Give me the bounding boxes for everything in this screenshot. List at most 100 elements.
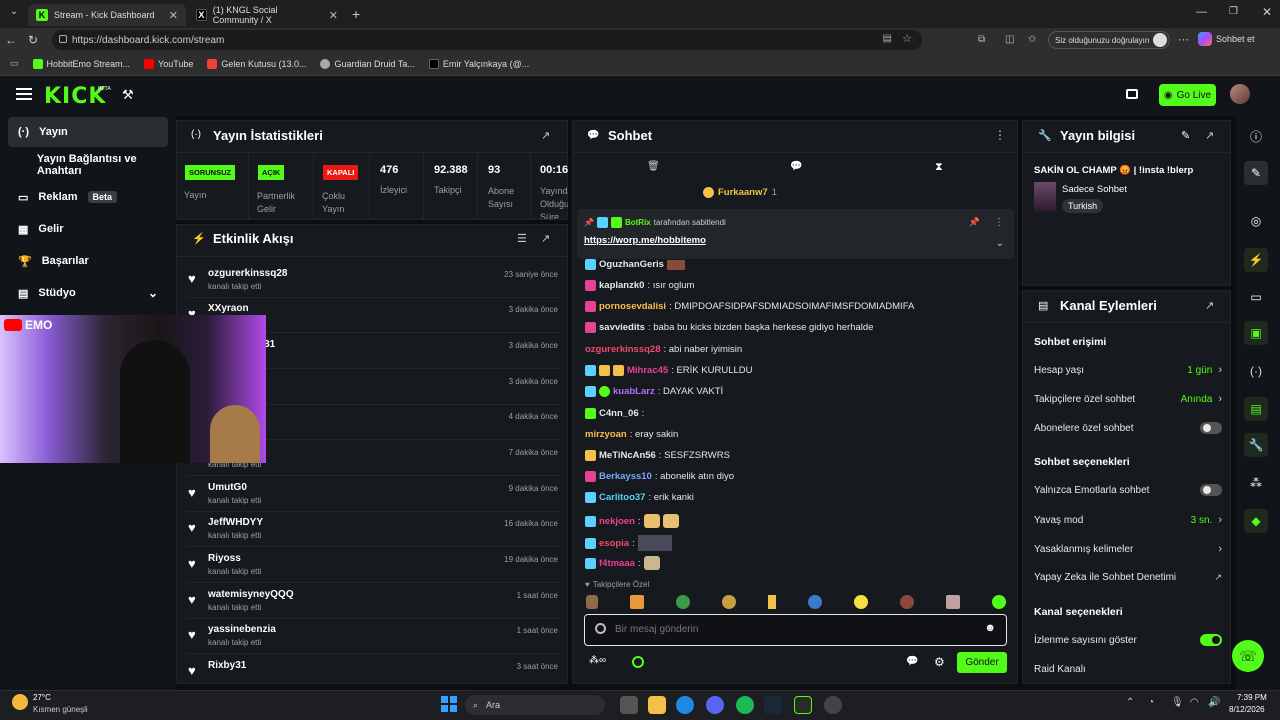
banned-words-row[interactable]: Yasaklanmış kelimeler › [1034,543,1222,555]
steam-icon[interactable] [764,696,782,714]
chevron-down-icon[interactable]: ⌄ [996,238,1004,249]
taskbar-search[interactable]: ⌕ Ara [465,695,605,715]
emote-button[interactable] [946,595,960,609]
chat-username[interactable]: MeTiNcAn56 [599,450,656,461]
chat-username[interactable]: Berkayss10 [599,471,652,482]
favorites-icon[interactable]: ✩ [1028,34,1036,45]
popout-icon[interactable]: ↗ [1205,129,1214,142]
nav-item-revenue[interactable]: ▦ Gelir [8,214,168,244]
chat-message-icon[interactable]: 💬 [906,656,918,667]
top-gifter[interactable]: Furkaanw7 1 [703,187,777,198]
stream-category[interactable]: Sadece Sohbet [1062,184,1127,195]
subscribers-chat-toggle[interactable] [1200,422,1222,434]
filter-icon[interactable]: ☰ [517,232,527,245]
activity-lightning-icon[interactable]: ⚡ [1244,248,1268,272]
apps-icon[interactable]: ▭ [10,58,19,69]
microphone-icon[interactable]: 🎙 [1171,697,1184,708]
edge-icon[interactable] [676,696,694,714]
activity-user[interactable]: UmutG0 [208,482,247,493]
new-tab-icon[interactable]: + [352,6,360,22]
reader-icon[interactable]: ▤ [883,33,892,44]
emote-button[interactable] [630,595,644,609]
activity-user[interactable]: Rixby31 [208,660,246,671]
terminal-icon[interactable] [794,696,812,714]
hammer-icon[interactable]: ⚒ [122,87,134,103]
emote-button[interactable] [768,595,776,609]
site-info-icon[interactable] [59,35,67,43]
task-view-icon[interactable] [620,696,638,714]
chat-username[interactable]: nekjoen [599,516,635,527]
bookmark-item[interactable]: Guardian Druid Ta... [320,58,415,69]
go-live-button[interactable]: ◉ Go Live [1159,84,1216,106]
file-explorer-icon[interactable] [648,696,666,714]
chat-username[interactable]: f4tmaaa [599,558,635,569]
slow-mode-row[interactable]: Yavaş mod 3 sn. › [1034,514,1222,526]
camera-icon[interactable]: ◎ [1244,209,1268,233]
minimize-icon[interactable]: — [1196,6,1207,18]
broadcast-rail-icon[interactable]: (·) [1244,359,1268,383]
edit-pencil-icon[interactable]: ✎ [1181,129,1190,142]
emote-button[interactable] [854,595,868,609]
close-tab-icon[interactable]: ✕ [169,9,178,22]
popout-icon[interactable]: ↗ [541,232,550,245]
chat-username[interactable]: pornosevdalisi [599,301,666,312]
chat-tools-icon[interactable]: ⁂∞ [589,655,606,666]
chat-username[interactable]: esopia [599,538,629,549]
emote-button[interactable] [722,595,736,609]
trash-icon[interactable]: 🗑 [647,161,660,172]
ai-moderation-row[interactable]: Yapay Zeka ile Sohbet Denetimi ↗ [1034,572,1222,583]
tab-kick-dashboard[interactable]: K Stream - Kick Dashboard ✕ [28,4,186,26]
hourglass-icon[interactable]: ⧗ [935,161,943,174]
emoji-picker-icon[interactable]: ☻ [984,622,996,634]
tray-chevron-icon[interactable]: ⌃ [1126,697,1134,708]
settings-gear-icon[interactable]: ⚙ [934,655,945,669]
nav-item-ads[interactable]: ▭ Reklam Beta [8,182,168,212]
more-menu-icon[interactable]: ⋯ [1178,33,1189,46]
show-viewers-toggle[interactable] [1200,634,1222,646]
raid-row[interactable]: Raid Kanalı [1034,664,1222,675]
wifi-icon[interactable]: ◠ [1190,697,1199,708]
pinned-link[interactable]: https://worp.me/hobbitemo [584,235,706,246]
activity-user[interactable]: XXyraon [208,303,249,314]
chat-mode-icon[interactable]: 💬 [790,161,802,172]
chat-input[interactable]: Bir mesaj gönderin ☻ [584,614,1007,646]
nav-item-stream[interactable]: (·) Yayın [8,117,168,147]
chat-username[interactable]: savviedits [599,322,645,333]
clock-time[interactable]: 7:39 PM [1237,693,1267,702]
chat-menu-icon[interactable]: ⋮ [994,128,1006,142]
tray-app-icon[interactable]: ◔ [1148,697,1154,708]
spotify-icon[interactable] [736,696,754,714]
user-avatar[interactable] [1230,84,1250,104]
activity-user[interactable]: watemisyneyQQQ [208,589,294,600]
followers-chat-row[interactable]: Takipçilere özel sohbet Anında › [1034,393,1222,405]
chat-rail-icon[interactable]: ▣ [1244,321,1268,345]
copilot-button[interactable]: Sohbet et [1198,32,1255,46]
pinned-menu-icon[interactable]: ⋮ [994,217,1004,228]
chat-username[interactable]: C4nn_06 [599,408,639,419]
restore-icon[interactable]: ❐ [1229,6,1238,17]
windows-start-icon[interactable] [441,696,457,712]
emote-button[interactable] [992,595,1006,609]
profile-verify-button[interactable]: Siz olduğunuzu doğrulayın [1048,31,1170,49]
split-screen-icon[interactable]: ◫ [1005,34,1014,45]
kick-emote-icon[interactable] [595,623,606,634]
unpin-icon[interactable]: 📌 [969,217,980,228]
close-window-icon[interactable]: ✕ [1262,5,1272,19]
activity-user[interactable]: Riyoss [208,553,241,564]
bookmark-item[interactable]: Emir Yalçınkaya (@... [428,58,529,69]
chat-username[interactable]: kaplanzk0 [599,280,644,291]
bookmark-item[interactable]: Gelen Kutusu (13.0... [207,58,306,69]
kick-coin-icon[interactable] [632,656,644,668]
chat-username[interactable]: Carlitoo37 [599,492,645,503]
emote-only-toggle[interactable] [1200,484,1222,496]
chat-username[interactable]: Mihrac45 [627,365,668,376]
stream-tag[interactable]: Turkish [1062,199,1104,213]
activity-user[interactable]: ozgurerkinssq28 [208,268,287,279]
hamburger-menu-icon[interactable] [16,88,32,100]
tab-x-community[interactable]: X (1) KNGL Social Community / X ✕ [188,4,346,26]
activity-user[interactable]: yassinebenzia [208,624,276,635]
emote-button[interactable] [586,595,598,609]
help-button[interactable]: ☏ [1232,640,1264,672]
close-tab-icon[interactable]: ✕ [329,9,338,22]
obs-icon[interactable] [824,696,842,714]
